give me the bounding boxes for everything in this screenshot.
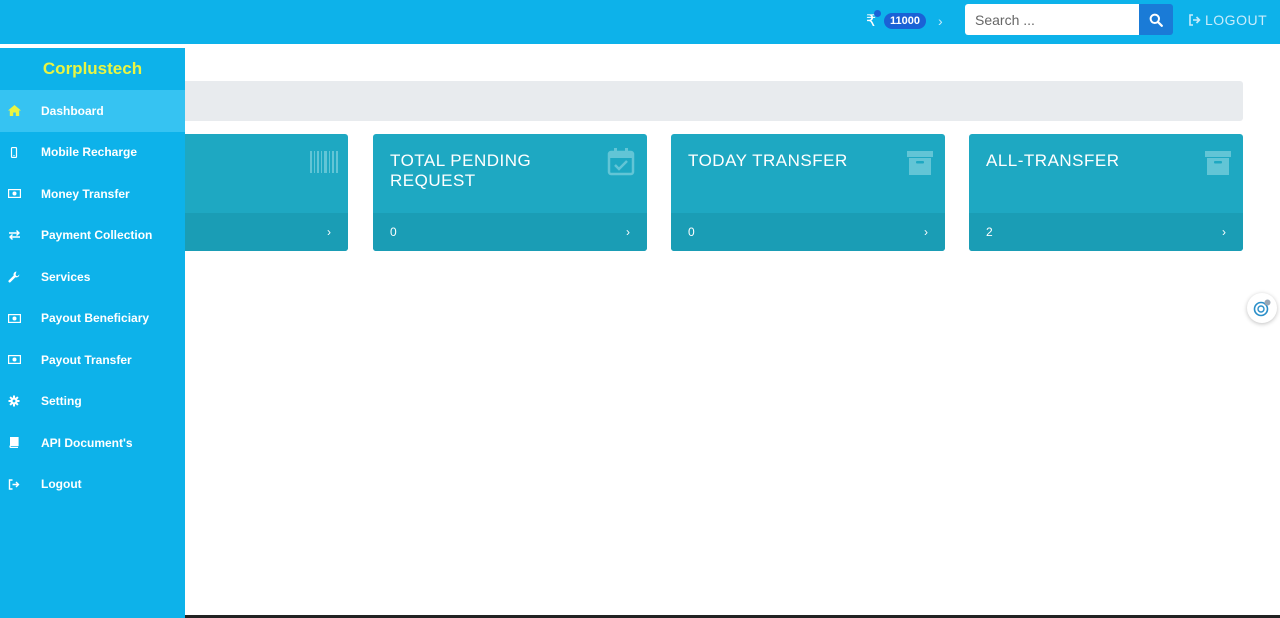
money-icon [8,313,21,323]
card-today-transfer: TODAY TRANSFER 0 › [671,134,945,251]
card-title: TOTAL PENDING REQUEST [390,151,532,190]
chevron-right-icon: › [626,225,630,239]
sidebar-item-label: Payment Collection [41,228,153,243]
sidebar-item-label: API Document's [41,435,133,450]
rupee-icon: ₹ [866,10,882,31]
card-title: ALL-TRANSFER [986,151,1120,170]
chevron-right-icon: › [327,225,331,239]
sidebar-item-money-transfer[interactable]: Money Transfer [0,173,185,215]
wrench-icon [8,271,20,283]
wallet-balance[interactable]: ₹ 11000 › [866,10,943,32]
calendar-check-icon [607,148,635,176]
card-value: 0 [688,225,695,239]
sign-out-icon [1189,14,1201,26]
logout-link[interactable]: LOGOUT [1188,12,1267,28]
chevron-right-icon: › [937,13,943,29]
card-all-transfer: ALL-TRANSFER 2 › [969,134,1243,251]
sidebar-item-label: Money Transfer [41,186,130,201]
money-icon [8,189,21,199]
sidebar-item-setting[interactable]: Setting [0,381,185,423]
breadcrumb [185,81,1243,121]
card-total-pending-request: TOTAL PENDING REQUEST 0 › [373,134,647,251]
sidebar-item-payment-collection[interactable]: Payment Collection [0,215,185,257]
exchange-icon [9,230,20,241]
card-footer-link[interactable]: 0 › [373,213,647,251]
card-footer-link[interactable]: 2 › [969,213,1243,251]
sidebar-item-label: Mobile Recharge [41,145,138,160]
barcode-icon [310,151,338,173]
assistant-icon [1253,299,1271,317]
sidebar-item-payout-transfer[interactable]: Payout Transfer [0,339,185,381]
money-icon [8,355,21,365]
home-icon [8,105,21,117]
sidebar-item-payout-beneficiary[interactable]: Payout Beneficiary [0,298,185,340]
sign-out-icon [8,479,20,490]
card-title: TODAY TRANSFER [688,151,848,170]
sidebar-item-label: Dashboard [41,103,104,118]
sidebar: Corplustech Dashboard Mobile Recharge Mo… [0,48,185,618]
book-icon [9,437,19,449]
sidebar-item-label: Setting [41,394,82,409]
top-navbar: ₹ 11000 › LOGOUT [0,0,1280,44]
logout-label: LOGOUT [1205,12,1268,28]
brand-logo-text: Corplustech [42,59,143,78]
floating-assistant-button[interactable] [1247,293,1277,323]
sidebar-item-logout[interactable]: Logout [0,464,185,506]
card-value: 0 [390,225,397,239]
card-footer-link[interactable]: 0 › [671,213,945,251]
chevron-right-icon: › [1222,225,1226,239]
archive-icon [907,151,933,175]
search-input[interactable] [965,4,1139,35]
mobile-icon [10,146,18,158]
sidebar-item-api-documents[interactable]: API Document's [0,422,185,464]
sidebar-item-label: Payout Beneficiary [41,311,150,326]
sidebar-item-label: Payout Transfer [41,352,132,367]
sidebar-item-label: Logout [41,477,82,492]
search-button[interactable] [1139,4,1173,35]
balance-badge: 11000 [884,13,926,29]
sidebar-item-label: Services [41,269,91,284]
search-icon [1149,13,1163,27]
gear-icon [8,395,20,407]
sidebar-item-dashboard[interactable]: Dashboard [0,90,185,132]
card-value: 2 [986,225,993,239]
sidebar-item-services[interactable]: Services [0,256,185,298]
chevron-right-icon: › [924,225,928,239]
archive-icon [1205,151,1231,175]
sidebar-item-mobile-recharge[interactable]: Mobile Recharge [0,132,185,174]
